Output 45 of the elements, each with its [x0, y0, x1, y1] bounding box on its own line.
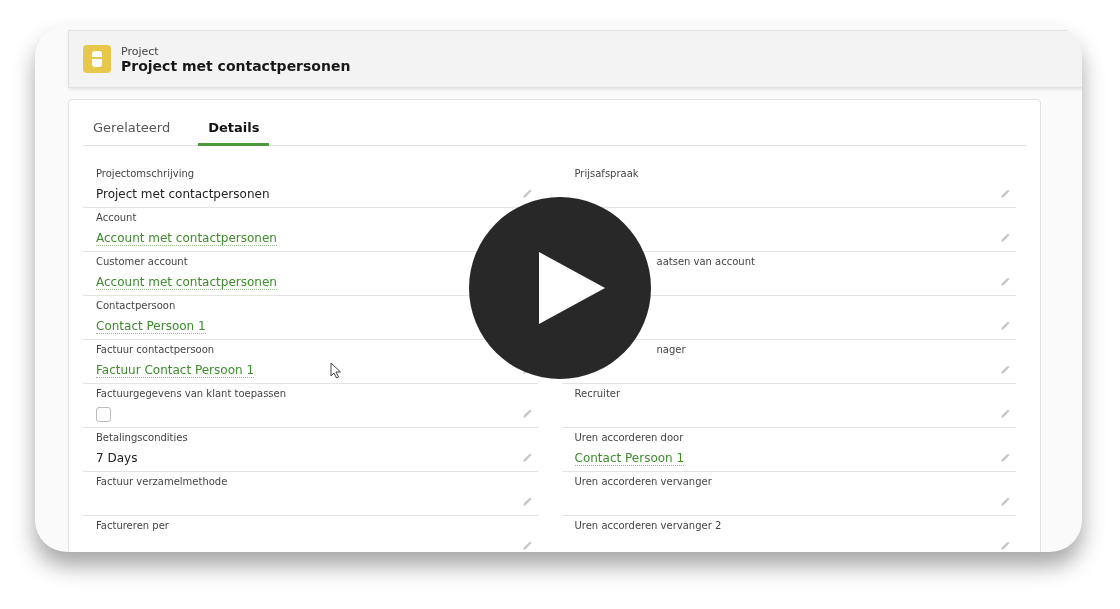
field-label: Account: [96, 212, 137, 225]
field-label: Factureren per: [96, 520, 169, 533]
field-link[interactable]: Contact Persoon 1: [574, 450, 685, 466]
field-label: Projectomschrijving: [96, 168, 195, 181]
tab[interactable]: Gerelateerd: [83, 116, 181, 146]
field-label: Customer account: [96, 256, 188, 269]
field-label: aatsen van account: [656, 256, 755, 269]
field-label: Uren accorderen door: [574, 432, 684, 445]
field-link[interactable]: Account met contactpersonen: [96, 274, 277, 290]
edit-icon[interactable]: [1000, 277, 1010, 287]
mouse-pointer-icon: [330, 362, 342, 379]
field-label: Uren accorderen vervanger 2: [574, 520, 722, 533]
field-label: Factuur contactpersoon: [96, 344, 215, 357]
edit-icon[interactable]: [521, 541, 532, 551]
field-label: Factuur verzamelmethode: [96, 476, 228, 489]
edit-icon[interactable]: [521, 497, 532, 507]
edit-icon[interactable]: [1000, 365, 1010, 375]
edit-icon[interactable]: [1000, 541, 1010, 551]
field-label: Betalingscondities: [96, 432, 188, 445]
field-label: nager: [656, 344, 686, 357]
edit-icon[interactable]: [1000, 409, 1010, 419]
record-title: Project met contactpersonen: [121, 57, 351, 74]
field-label: Uren accorderen vervanger: [574, 476, 712, 489]
edit-icon[interactable]: [1000, 189, 1010, 199]
checkbox[interactable]: [96, 406, 111, 422]
tab[interactable]: Details: [198, 116, 270, 146]
edit-icon[interactable]: [521, 409, 532, 419]
edit-icon[interactable]: [1000, 497, 1010, 507]
field-label: Factuurgegevens van klant toepassen: [96, 388, 287, 401]
project-icon: [83, 45, 111, 73]
field-label: Recruiter: [574, 388, 621, 401]
edit-icon[interactable]: [521, 189, 532, 199]
field-label: Contactpersoon: [96, 300, 176, 313]
object-type: Project: [121, 44, 160, 58]
edit-icon[interactable]: [1000, 321, 1010, 331]
field-link[interactable]: Factuur Contact Persoon 1: [96, 362, 255, 378]
field-link[interactable]: Contact Persoon 1: [96, 318, 206, 334]
field-link[interactable]: Account met contactpersonen: [96, 230, 277, 246]
edit-icon[interactable]: [1000, 233, 1010, 243]
field-value: 7 Days: [96, 451, 138, 465]
field-value: Project met contactpersonen: [96, 187, 270, 201]
edit-icon[interactable]: [521, 453, 532, 463]
field-label: Prijsafspraak: [574, 168, 639, 181]
edit-icon[interactable]: [1000, 453, 1010, 463]
play-button[interactable]: [469, 197, 651, 379]
